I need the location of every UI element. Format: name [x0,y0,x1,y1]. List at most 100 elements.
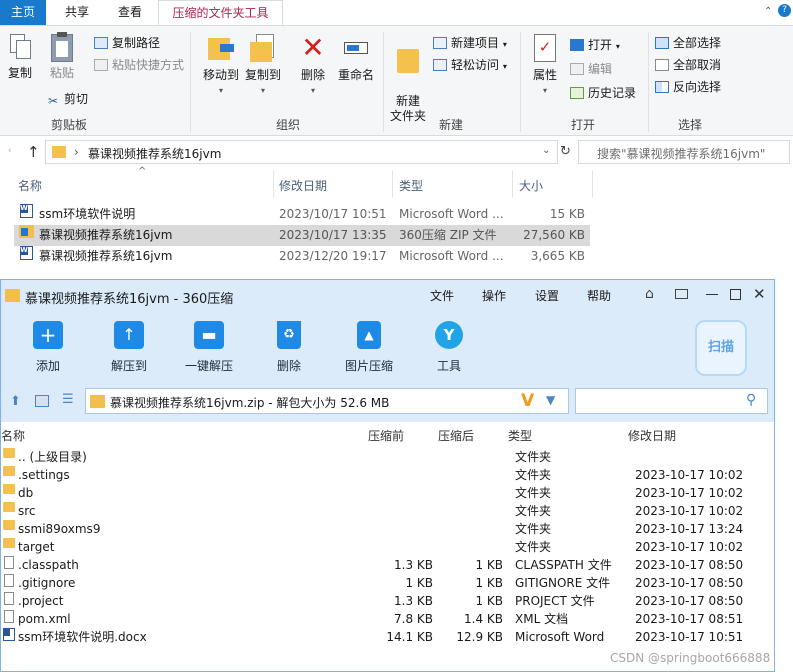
zip-row[interactable]: src 文件夹 2023-10-17 10:02 [1,502,774,520]
cut-button[interactable]: ✂ 剪切 [46,90,88,108]
zip-col-date[interactable]: 修改日期 [628,427,676,444]
paste-shortcut-button[interactable]: 粘贴快捷方式 [94,56,184,74]
menu-help[interactable]: 帮助 [587,287,611,304]
zip-row[interactable]: .gitignore 1 KB 1 KB GITIGNORE 文件 2023-10-17… [1,574,774,592]
add-button[interactable]: + 添加 [18,321,78,374]
zip-col-after[interactable]: 压缩后 [438,427,474,444]
tab-home[interactable]: 主页 [0,0,46,25]
zip-row[interactable]: .. (上级目录) 文件夹 [1,448,774,466]
zip-row[interactable]: .classpath 1.3 KB 1 KB CLASSPATH 文件 2023-10-… [1,556,774,574]
rename-button[interactable]: 重命名 [334,34,378,83]
file-row[interactable]: ssm环境软件说明 2023/10/17 10:51 Microsoft Wor… [14,204,590,225]
file-size: 15 KB [549,207,585,221]
view-thumbnail-icon[interactable] [35,395,49,407]
zip-row-name: .settings [18,468,70,482]
copy-button[interactable]: 复制 [4,34,36,81]
copy-label: 复制 [7,66,32,80]
easy-access-button[interactable]: 轻松访问 ▾ [433,56,507,74]
select-all-button[interactable]: 全部选择 [655,34,721,52]
new-item-button[interactable]: 新建项目 ▾ [433,34,507,52]
delete-x-icon: ✕ [301,31,325,64]
menu-operate[interactable]: 操作 [482,287,506,304]
zip-row[interactable]: target 文件夹 2023-10-17 10:02 [1,538,774,556]
zip-col-name[interactable]: 名称 [1,427,25,444]
column-date[interactable]: 修改日期 [279,177,327,194]
copy-path-button[interactable]: 复制路径 [94,34,160,52]
zip-row-date: 2023-10-17 08:51 [635,612,744,626]
tab-compressed-folder-tools[interactable]: 压缩的文件夹工具 [158,0,283,25]
zip-row-name: src [18,504,36,518]
organize-group-label: 组织 [275,118,300,132]
column-type[interactable]: 类型 [399,177,423,194]
copy-to-button[interactable]: 复制到 ▾ [242,34,284,98]
select-none-button[interactable]: 全部取消 [655,56,721,74]
move-to-button[interactable]: 移动到 ▾ [200,34,242,98]
one-click-extract-label: 一键解压 [184,359,233,373]
menu-settings[interactable]: 设置 [535,287,559,304]
zip-row[interactable]: ssm环境软件说明.docx 14.1 KB 12.9 KB Microsoft Wo… [1,628,774,646]
minimize-icon[interactable] [706,294,718,295]
file-row[interactable]: 慕课视频推荐系统16jvm 2023/12/20 19:17 Microsoft… [14,246,590,267]
zip-path-bar[interactable]: 慕课视频推荐系统16jvm.zip - 解包大小为 52.6 MB V ▼ [85,388,569,414]
delete-button[interactable]: ✕ 删除 ▾ [296,34,330,98]
folder-icon [52,146,66,158]
zip-delete-button[interactable]: ♻ 删除 [259,321,319,374]
column-name[interactable]: 名称 [18,177,42,194]
chevron-up-icon[interactable]: ⌃ [764,6,772,17]
search-input[interactable]: 搜索"慕课视频推荐系统16jvm" [578,140,790,164]
feedback-icon[interactable] [675,289,688,299]
shirt-skin-icon[interactable]: ⌂ [645,286,654,302]
maximize-icon[interactable] [730,289,741,300]
properties-label: 属性 [532,68,557,82]
zip-row[interactable]: pom.xml 7.8 KB 1.4 KB XML 文档 2023-10-17 08:5… [1,610,774,628]
zip-col-type[interactable]: 类型 [508,427,532,444]
chevron-down-icon[interactable]: ▼ [546,393,555,407]
extract-to-button[interactable]: ↑ 解压到 [99,321,159,374]
zip-row-name: target [18,540,55,554]
view-list-icon[interactable]: ☰ [62,392,74,407]
copy-path-icon [94,37,108,49]
one-click-extract-button[interactable]: ▬ 一键解压 [179,321,239,374]
edit-button[interactable]: 编辑 [570,60,612,78]
file-row[interactable]: 慕课视频推荐系统16jvm 2023/10/17 13:35 360压缩 ZIP… [14,225,590,246]
paste-button[interactable]: 粘贴 [44,32,80,81]
search-icon[interactable]: ⚲ [746,392,756,408]
properties-icon: ✓ [534,34,556,62]
tools-button[interactable]: Y 工具 [419,321,479,374]
tab-share[interactable]: 共享 [52,0,102,25]
invert-selection-button[interactable]: 反向选择 [655,78,721,96]
zip-search-input[interactable]: ⚲ [575,388,768,414]
breadcrumb-chevron-icon: › [74,145,79,159]
zip-row-before: 1 KB [405,576,433,590]
open-button[interactable]: 打开 ▾ [570,36,620,54]
image-compress-button[interactable]: ▲ 图片压缩 [339,321,399,374]
zip-row-date: 2023-10-17 08:50 [635,594,744,608]
column-size[interactable]: 大小 [519,177,543,194]
zip-row[interactable]: .settings 文件夹 2023-10-17 10:02 [1,466,774,484]
zip-row-before: 14.1 KB [386,630,433,644]
properties-button[interactable]: ✓ 属性 ▾ [526,34,564,98]
scan-button[interactable]: 扫描 [695,320,747,376]
back-arrow-icon[interactable]: ‹ [8,146,12,156]
menu-file[interactable]: 文件 [430,287,454,304]
paste-label: 粘贴 [49,66,74,80]
new-folder-button[interactable]: 新建 文件夹 [388,34,428,124]
zip-row[interactable]: ssmi89oxms9 文件夹 2023-10-17 13:24 [1,520,774,538]
zip-col-before[interactable]: 压缩前 [368,427,404,444]
tools-label: 工具 [436,359,461,373]
zip-row[interactable]: db 文件夹 2023-10-17 10:02 [1,484,774,502]
chevron-down-icon[interactable]: ⌄ [542,145,550,156]
up-arrow-icon[interactable]: ↑ [27,143,40,161]
zip-row[interactable]: .project 1.3 KB 1 KB PROJECT 文件 2023-10-17 0… [1,592,774,610]
refresh-icon[interactable]: ↻ [560,140,576,164]
file-date: 2023/10/17 13:35 [279,228,387,242]
close-icon[interactable]: ✕ [753,285,766,303]
zip-column-header: 名称 压缩前 压缩后 类型 修改日期 [1,427,774,445]
word-doc-icon [3,628,15,641]
history-button[interactable]: 历史记录 [570,84,636,102]
tab-view[interactable]: 查看 [106,0,154,25]
file-name: 慕课视频推荐系统16jvm [39,228,173,242]
help-icon[interactable]: ? [778,4,791,17]
address-bar[interactable]: › 慕课视频推荐系统16jvm ⌄ [45,140,558,164]
up-level-icon[interactable]: ⬆ [10,394,21,409]
